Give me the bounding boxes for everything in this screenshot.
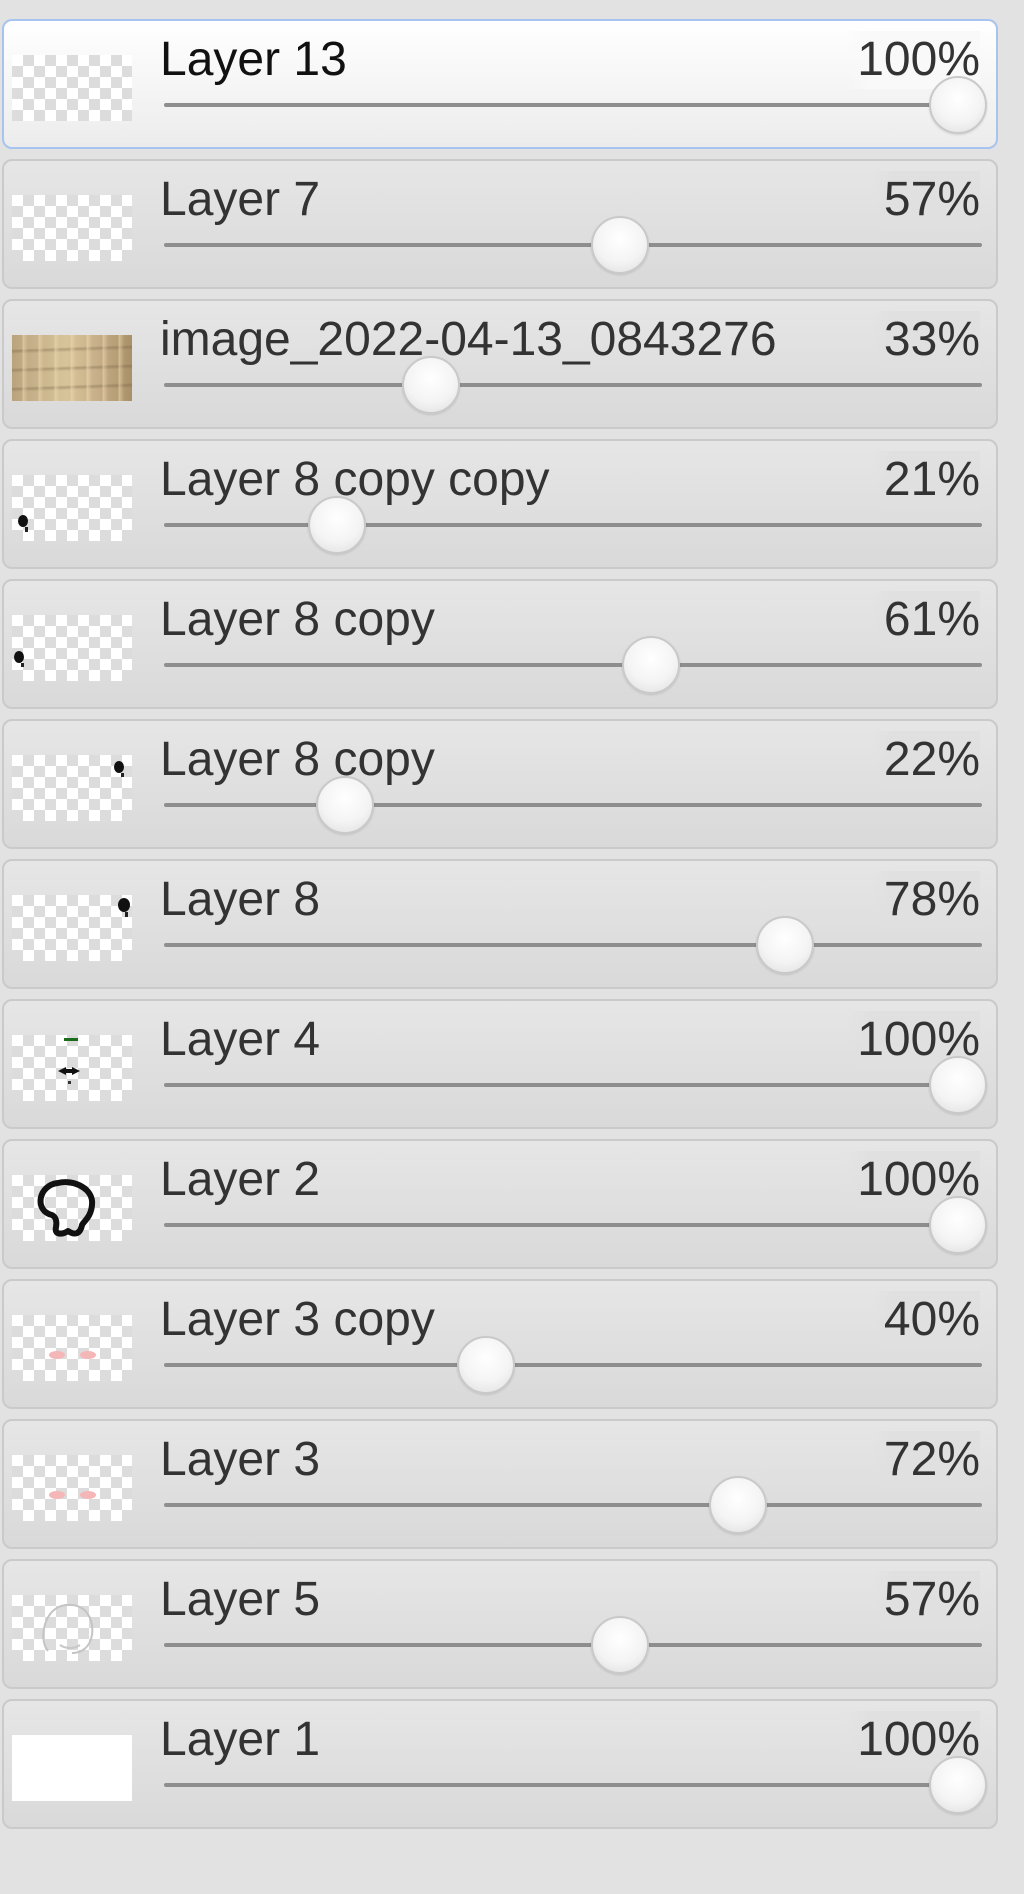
layer-row[interactable]: Layer 4 100% [2, 999, 998, 1129]
opacity-slider[interactable] [164, 75, 987, 135]
opacity-slider[interactable] [164, 635, 982, 695]
layer-row[interactable]: Layer 8 copy copy 21% [2, 439, 998, 569]
opacity-slider-handle[interactable] [708, 1476, 767, 1534]
opacity-slider-track[interactable] [164, 383, 982, 387]
layer-row[interactable]: Layer 3 72% [2, 1419, 998, 1549]
opacity-slider-track[interactable] [164, 1503, 982, 1507]
opacity-slider[interactable] [164, 915, 982, 975]
layer-row[interactable]: image_2022-04-13_0843276 33% [2, 299, 998, 429]
layer-row[interactable]: Layer 8 copy 61% [2, 579, 998, 709]
opacity-slider-handle[interactable] [929, 76, 987, 134]
layer-row[interactable]: Layer 5 57% [2, 1559, 998, 1689]
layer-thumbnail [12, 755, 132, 821]
layer-row[interactable]: Layer 13 100% [2, 19, 998, 149]
layer-thumbnail [12, 1595, 132, 1661]
opacity-slider-track[interactable] [164, 1363, 982, 1367]
opacity-slider-handle[interactable] [457, 1336, 516, 1394]
opacity-slider-handle[interactable] [402, 356, 461, 414]
layer-thumbnail [12, 1735, 132, 1801]
layer-row[interactable]: Layer 8 copy 22% [2, 719, 998, 849]
layer-thumbnail [12, 895, 132, 961]
layer-thumbnail [12, 615, 132, 681]
opacity-slider[interactable] [164, 1055, 987, 1115]
layer-thumbnail [12, 1175, 132, 1241]
opacity-slider-track[interactable] [164, 523, 982, 527]
opacity-slider-handle[interactable] [622, 636, 681, 694]
layer-thumbnail [12, 475, 132, 541]
opacity-slider[interactable] [164, 1475, 982, 1535]
opacity-slider-handle[interactable] [315, 776, 374, 834]
layer-row[interactable]: Layer 2 100% [2, 1139, 998, 1269]
layer-thumbnail [12, 1035, 132, 1101]
layer-thumbnail [12, 1455, 132, 1521]
opacity-slider[interactable] [164, 495, 982, 555]
opacity-slider-handle[interactable] [929, 1756, 987, 1814]
layer-thumbnail [12, 335, 132, 401]
layer-thumbnail [12, 1315, 132, 1381]
opacity-slider-track[interactable] [164, 943, 982, 947]
opacity-slider-track[interactable] [164, 243, 982, 247]
opacity-slider-handle[interactable] [756, 916, 815, 974]
opacity-slider[interactable] [164, 355, 982, 415]
opacity-slider-track[interactable] [164, 1223, 982, 1227]
layer-row[interactable]: Layer 3 copy 40% [2, 1279, 998, 1409]
opacity-slider[interactable] [164, 775, 982, 835]
opacity-slider[interactable] [164, 1755, 987, 1815]
opacity-slider-handle[interactable] [591, 216, 650, 274]
opacity-slider-handle[interactable] [929, 1196, 987, 1254]
layer-thumbnail [12, 195, 132, 261]
layer-row[interactable]: Layer 7 57% [2, 159, 998, 289]
opacity-slider-track[interactable] [164, 663, 982, 667]
opacity-slider-handle[interactable] [929, 1056, 987, 1114]
opacity-slider-track[interactable] [164, 1643, 982, 1647]
layers-panel: Layer 13 100% Layer 7 57% image_2022-04-13_0… [0, 0, 1024, 1894]
layer-row[interactable]: Layer 8 78% [2, 859, 998, 989]
opacity-slider-track[interactable] [164, 103, 982, 107]
opacity-slider-track[interactable] [164, 1783, 982, 1787]
opacity-slider-track[interactable] [164, 1083, 982, 1087]
opacity-slider[interactable] [164, 1195, 987, 1255]
opacity-slider[interactable] [164, 1335, 982, 1395]
layer-thumbnail [12, 55, 132, 121]
opacity-slider[interactable] [164, 1615, 982, 1675]
opacity-slider-track[interactable] [164, 803, 982, 807]
opacity-slider[interactable] [164, 215, 982, 275]
layer-row[interactable]: Layer 1 100% [2, 1699, 998, 1829]
opacity-slider-handle[interactable] [308, 496, 367, 554]
opacity-slider-handle[interactable] [591, 1616, 650, 1674]
